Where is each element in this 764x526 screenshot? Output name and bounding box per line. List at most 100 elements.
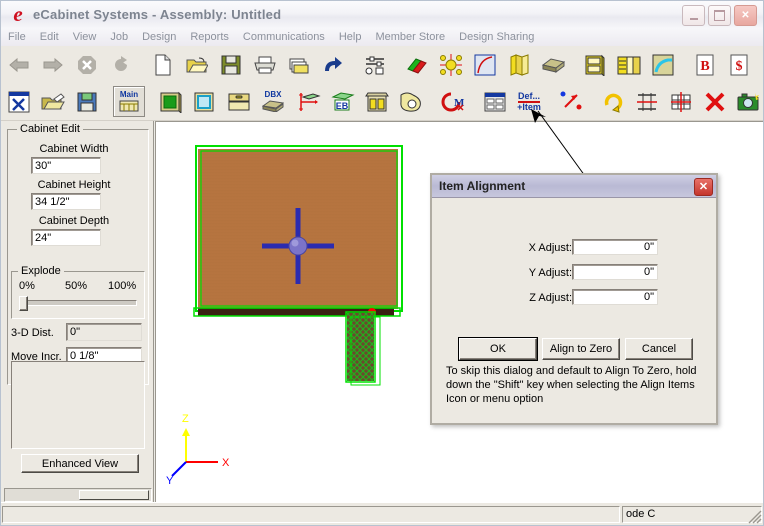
dialog-body: X Adjust: Y Adjust: Z Adjust: OK Align t… — [432, 198, 716, 424]
print-preview-icon[interactable] — [283, 49, 315, 80]
panel-horizontal-scrollbar[interactable] — [4, 488, 152, 502]
open-folder-icon[interactable] — [181, 49, 213, 80]
cabinet-width-input[interactable] — [31, 157, 101, 174]
axis-y-label: Y — [166, 475, 174, 487]
explode-tick-100: 100% — [108, 280, 137, 292]
array-icon[interactable] — [665, 86, 697, 117]
cost-report-icon[interactable]: $ — [723, 49, 755, 80]
wall-cabinet-icon[interactable] — [189, 86, 221, 117]
dimension-icon[interactable] — [293, 86, 325, 117]
explode-tick-0: 0% — [19, 280, 35, 292]
bid-report-icon[interactable]: B — [689, 49, 721, 80]
window-title: eCabinet Systems - Assembly: Untitled — [33, 7, 282, 22]
status-bar: ode C — [1, 502, 763, 525]
svg-text:EB: EB — [336, 101, 349, 111]
cabinet-depth-label: Cabinet Depth — [38, 215, 110, 227]
menu-bar: File Edit View Job Design Reports Commun… — [1, 28, 763, 47]
save-disk-icon[interactable] — [215, 49, 247, 80]
menu-member-store[interactable]: Member Store — [368, 30, 452, 44]
base-cabinet-icon[interactable] — [155, 86, 187, 117]
y-adjust-label: Y Adjust: — [528, 267, 572, 279]
menu-design-sharing[interactable]: Design Sharing — [452, 30, 541, 44]
cabinet-depth-input[interactable] — [31, 229, 101, 246]
open-assembly-icon[interactable] — [37, 86, 69, 117]
app-logo-icon: e — [13, 2, 23, 26]
resize-grip-icon[interactable] — [748, 510, 762, 524]
cancel-button[interactable]: Cancel — [625, 338, 693, 360]
dialog-close-button[interactable]: ✕ — [694, 178, 713, 196]
floor-plan-icon[interactable] — [647, 49, 679, 80]
camera-icon[interactable] — [733, 86, 763, 117]
menu-reports[interactable]: Reports — [183, 30, 236, 44]
doors-icon[interactable] — [469, 49, 501, 80]
three-d-dist-value — [66, 323, 142, 341]
rotate-icon[interactable] — [597, 86, 629, 117]
cabinet-library-icon[interactable] — [579, 49, 611, 80]
cabinet-width-label: Cabinet Width — [39, 143, 109, 155]
cabinet-edit-group-label: Cabinet Edit — [17, 123, 83, 135]
align-items-icon[interactable] — [555, 86, 587, 117]
face-frame-icon[interactable] — [361, 86, 393, 117]
back-arrow-icon[interactable] — [3, 49, 35, 80]
menu-job[interactable]: Job — [103, 30, 135, 44]
explode-slider-thumb[interactable] — [19, 296, 28, 311]
dbx-icon[interactable]: DBX — [257, 86, 289, 117]
preview-box — [11, 361, 145, 449]
cabinet-height-label: Cabinet Height — [37, 179, 111, 191]
stop-icon[interactable] — [71, 49, 103, 80]
new-assembly-icon[interactable] — [3, 86, 35, 117]
explode-tick-50: 50% — [65, 280, 88, 292]
window-controls: ✕ — [682, 5, 757, 26]
materials-icon[interactable] — [401, 49, 433, 80]
menu-communications[interactable]: Communications — [236, 30, 332, 44]
countertop-icon[interactable] — [537, 49, 569, 80]
main-view-label: Main — [119, 90, 139, 99]
menu-help[interactable]: Help — [332, 30, 369, 44]
dialog-title: Item Alignment — [439, 179, 526, 193]
nesting-icon[interactable] — [479, 86, 511, 117]
menu-file[interactable]: File — [1, 30, 33, 44]
z-adjust-input[interactable] — [572, 289, 658, 305]
dialog-help-text: To skip this dialog and default to Align… — [446, 365, 697, 405]
delete-icon[interactable] — [699, 86, 731, 117]
drawer-icon[interactable] — [223, 86, 255, 117]
main-view-icon[interactable]: Main — [113, 86, 145, 117]
close-button[interactable]: ✕ — [734, 5, 757, 26]
menu-view[interactable]: View — [66, 30, 104, 44]
shape-icon[interactable] — [395, 86, 427, 117]
cutlist-report-icon[interactable]: C — [757, 49, 763, 80]
item-alignment-dialog: Item Alignment ✕ X Adjust: Y Adjust: Z A… — [430, 173, 718, 425]
undo-icon[interactable] — [317, 49, 349, 80]
hardware-icon[interactable] — [435, 49, 467, 80]
align-to-zero-button[interactable]: Align to Zero — [542, 338, 620, 360]
minimize-button[interactable] — [682, 5, 705, 26]
menu-design[interactable]: Design — [135, 30, 183, 44]
cabinet-height-input[interactable] — [31, 193, 101, 210]
svg-text:$: $ — [736, 59, 743, 74]
y-adjust-input[interactable] — [572, 264, 658, 280]
define-item-icon[interactable]: Def... +Item — [513, 86, 545, 117]
new-file-icon[interactable] — [147, 49, 179, 80]
mirror-icon[interactable] — [631, 86, 663, 117]
settings-sliders-icon[interactable] — [359, 49, 391, 80]
refresh-icon[interactable] — [105, 49, 137, 80]
maximize-button[interactable] — [708, 5, 731, 26]
save-assembly-icon[interactable] — [71, 86, 103, 117]
z-adjust-label: Z Adjust: — [529, 292, 572, 304]
enhanced-view-button[interactable]: Enhanced View — [21, 454, 139, 473]
menu-edit[interactable]: Edit — [33, 30, 66, 44]
print-icon[interactable] — [249, 49, 281, 80]
toolbar-secondary: Main DBX EB M Def... +Item — [1, 83, 763, 121]
x-adjust-input[interactable] — [572, 239, 658, 255]
title-bar: e eCabinet Systems - Assembly: Untitled … — [1, 1, 763, 29]
forward-arrow-icon[interactable] — [37, 49, 69, 80]
panel-scroll-thumb[interactable] — [79, 490, 149, 500]
dbx-label: DBX — [264, 90, 282, 99]
panels-icon[interactable] — [503, 49, 535, 80]
edgeband-icon[interactable]: EB — [327, 86, 359, 117]
ok-button[interactable]: OK — [459, 338, 537, 360]
cnc-machine-icon[interactable]: M — [437, 86, 469, 117]
dialog-title-bar: Item Alignment ✕ — [432, 175, 716, 198]
cabinet-group-icon[interactable] — [613, 49, 645, 80]
explode-slider-track[interactable] — [19, 300, 137, 306]
